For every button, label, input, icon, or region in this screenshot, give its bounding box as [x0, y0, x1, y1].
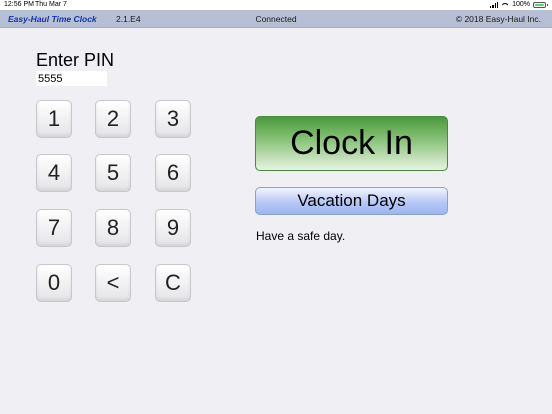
pin-input[interactable] [36, 71, 107, 86]
app-header: Easy-Haul Time Clock 2.1.E4 Connected © … [0, 10, 552, 28]
keypad-clear-button[interactable]: C [155, 264, 191, 302]
copyright-text: © 2018 Easy-Haul Inc. [455, 14, 541, 24]
keypad-key-6[interactable]: 6 [155, 154, 191, 192]
keypad-key-9[interactable]: 9 [155, 209, 191, 247]
status-date: Thu Mar 7 [35, 1, 67, 8]
pin-label: Enter PIN [36, 50, 115, 70]
keypad-key-3[interactable]: 3 [155, 100, 191, 138]
wifi-icon [501, 2, 509, 8]
keypad-key-1[interactable]: 1 [36, 100, 72, 138]
status-message: Have a safe day. [256, 229, 346, 243]
cellular-signal-icon [489, 1, 499, 8]
battery-icon [533, 1, 548, 8]
status-indicators: 100% [489, 1, 548, 8]
battery-percent: 100% [512, 1, 530, 8]
keypad-backspace-button[interactable]: < [95, 264, 131, 302]
keypad-key-2[interactable]: 2 [95, 100, 131, 138]
keypad-key-0[interactable]: 0 [36, 264, 72, 302]
keypad-key-4[interactable]: 4 [36, 154, 72, 192]
status-time: 12:56 PM [4, 1, 34, 8]
keypad-key-8[interactable]: 8 [95, 209, 131, 247]
status-bar: 12:56 PM Thu Mar 7 100% [0, 0, 552, 10]
keypad-key-5[interactable]: 5 [95, 154, 131, 192]
keypad-key-7[interactable]: 7 [36, 209, 72, 247]
clock-in-button[interactable]: Clock In [255, 116, 448, 171]
vacation-days-button[interactable]: Vacation Days [255, 187, 448, 215]
